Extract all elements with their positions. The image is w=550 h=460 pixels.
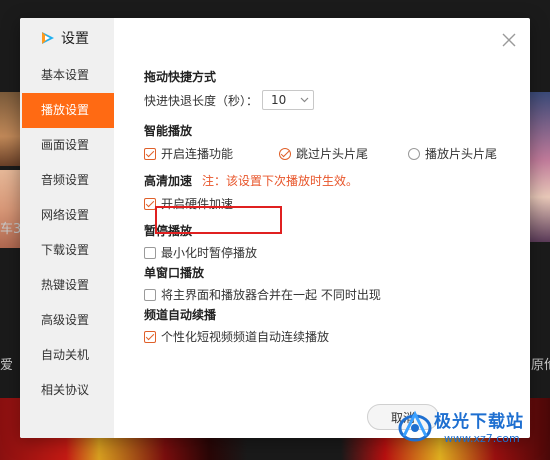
- skip-opening-label: 跳过片头片尾: [296, 147, 369, 161]
- watermark-text: 极光下载站: [434, 412, 524, 432]
- minimize-pause-option[interactable]: 最小化时暂停播放: [144, 244, 257, 261]
- chevron-down-icon: [300, 97, 309, 103]
- channel-autoplay-label: 个性化短视频频道自动连续播放: [161, 330, 330, 344]
- play-opening-option[interactable]: 播放片头片尾: [408, 145, 497, 162]
- sidebar-item-playback[interactable]: 播放设置: [22, 93, 114, 128]
- tencent-video-logo-icon: [42, 32, 54, 44]
- sidebar-item-audio[interactable]: 音频设置: [20, 163, 114, 198]
- channel-autoplay-option[interactable]: 个性化短视频频道自动连续播放: [144, 328, 329, 345]
- section-title-smart: 智能播放: [144, 124, 193, 138]
- continuous-play-label: 开启连播功能: [161, 147, 234, 161]
- continuous-play-checkbox[interactable]: [144, 147, 156, 160]
- settings-dialog: 设置 基本设置 播放设置 画面设置 音频设置 网络设置 下载设置 热键设置 高级…: [20, 18, 530, 438]
- dialog-title: 设置: [61, 31, 89, 47]
- settings-nav: 基本设置 播放设置 画面设置 音频设置 网络设置 下载设置 热键设置 高级设置 …: [20, 58, 114, 408]
- watermark-url: www.xz7.com: [444, 432, 520, 445]
- section-title-channel: 频道自动续播: [144, 308, 217, 322]
- hd-title: 高清加速: [144, 174, 193, 188]
- section-title-drag: 拖动快捷方式: [144, 70, 217, 84]
- minimize-pause-label: 最小化时暂停播放: [161, 246, 258, 260]
- background-caption: 原伦: [531, 358, 550, 373]
- sidebar-item-agreements[interactable]: 相关协议: [20, 373, 114, 408]
- hardware-accel-checkbox[interactable]: [144, 197, 156, 210]
- dialog-header: 设置: [40, 28, 89, 48]
- sidebar-item-download[interactable]: 下载设置: [20, 233, 114, 268]
- smart-play-row: 开启连播功能 跳过片头片尾 播放片头片尾: [144, 145, 497, 162]
- background-caption: 车3: [0, 222, 20, 237]
- seek-length-select[interactable]: 10: [262, 90, 315, 110]
- aurora-logo-icon: [398, 410, 432, 442]
- minimize-pause-checkbox[interactable]: [144, 246, 156, 259]
- merge-window-checkbox[interactable]: [144, 288, 156, 301]
- seek-length-label: 快进快退长度（秒）：: [144, 93, 259, 108]
- sidebar-item-advanced[interactable]: 高级设置: [20, 303, 114, 338]
- merge-window-option[interactable]: 将主界面和播放器合并在一起 不同时出现: [144, 286, 381, 303]
- section-title-hd: 高清加速 注：该设置下次播放时生效。: [144, 172, 358, 189]
- sidebar-item-hotkeys[interactable]: 热键设置: [20, 268, 114, 303]
- sidebar-item-auto-shutdown[interactable]: 自动关机: [20, 338, 114, 373]
- continuous-play-option[interactable]: 开启连播功能: [144, 145, 233, 162]
- hardware-accel-label: 开启硬件加速: [161, 197, 234, 211]
- section-title-pause: 暂停播放: [144, 224, 193, 238]
- background-thumbnail: [530, 92, 550, 242]
- sidebar-item-picture[interactable]: 画面设置: [20, 128, 114, 163]
- sidebar-item-network[interactable]: 网络设置: [20, 198, 114, 233]
- seek-length-value: 10: [271, 93, 287, 107]
- play-opening-label: 播放片头片尾: [425, 147, 498, 161]
- background-thumbnail: [0, 92, 20, 166]
- seek-length-row: 快进快退长度（秒）： 10: [144, 90, 315, 110]
- close-icon[interactable]: [501, 32, 517, 48]
- play-opening-radio[interactable]: [408, 147, 421, 160]
- settings-sidebar: 设置 基本设置 播放设置 画面设置 音频设置 网络设置 下载设置 热键设置 高级…: [20, 18, 114, 438]
- background-caption: 爱: [0, 358, 14, 373]
- skip-opening-option[interactable]: 跳过片头片尾: [279, 145, 368, 162]
- section-title-single-window: 单窗口播放: [144, 266, 205, 280]
- channel-autoplay-checkbox[interactable]: [144, 330, 156, 343]
- merge-window-label: 将主界面和播放器合并在一起 不同时出现: [161, 288, 381, 302]
- watermark: 极光下载站 www.xz7.com: [392, 400, 548, 456]
- hardware-accel-option[interactable]: 开启硬件加速: [144, 195, 233, 212]
- hd-note: 注：该设置下次播放时生效。: [202, 174, 359, 188]
- skip-opening-radio[interactable]: [279, 147, 292, 160]
- sidebar-item-basic[interactable]: 基本设置: [20, 58, 114, 93]
